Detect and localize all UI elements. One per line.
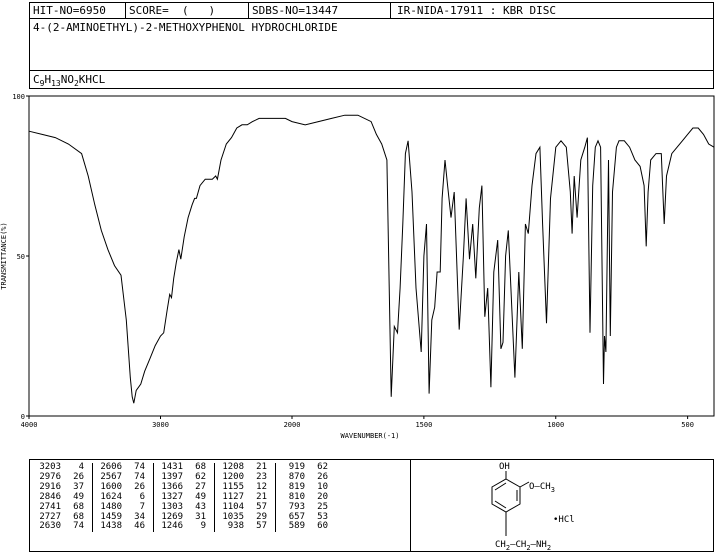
x-tick-label: 500	[681, 421, 694, 429]
y-tick-label: 0	[21, 413, 25, 421]
chain-label: CH2—CH2—NH2	[495, 540, 551, 552]
x-tick-label: 1500	[415, 421, 432, 429]
ome-bond	[519, 481, 530, 488]
x-axis-label: WAVENUMBER(-1)	[340, 432, 399, 440]
peak-table: 3203 4 2606 74 1431 68 1208 21 919 62 2976 26 2567 74…	[32, 462, 336, 533]
peak-transmittance: 9	[183, 522, 215, 533]
spectrum-line	[28, 114, 715, 404]
x-tick-label: 4000	[21, 421, 38, 429]
peak-transmittance: 31	[183, 512, 215, 523]
y-tick-label: 50	[17, 253, 25, 261]
hcl-label: •HCl	[553, 515, 575, 525]
peak-transmittance: 74	[61, 522, 93, 533]
peak-transmittance: 57	[244, 522, 276, 533]
benzene-ring	[491, 478, 521, 513]
oh-label: OH	[499, 462, 510, 472]
peak-transmittance: 6	[122, 492, 154, 503]
peak-wavenumber: 1246	[161, 521, 183, 532]
x-tick-label: 1000	[547, 421, 564, 429]
ir-spectrum-chart: 4000 3000 2000 1500 1000 500 0 50 100 WAVENUMBER(…	[0, 93, 715, 440]
structure-diagram: OH O—CH3 •HCl CH2—CH2—NH2	[491, 462, 575, 552]
x-tick-label: 2000	[284, 421, 301, 429]
peak-transmittance: 26	[122, 482, 154, 493]
peak-wavenumber: 938	[227, 521, 244, 532]
y-tick-label: 100	[12, 93, 25, 101]
peak-wavenumber: 1438	[100, 521, 122, 532]
x-tick-label: 3000	[152, 421, 169, 429]
peak-transmittance: 46	[122, 522, 154, 533]
peak-row: 2630 74 1438 46 1246 9 938 57 589 60	[32, 521, 336, 533]
ome-label: O—CH3	[529, 482, 555, 494]
peak-wavenumber: 589	[288, 521, 305, 532]
peak-transmittance: 60	[317, 521, 328, 532]
y-axis-label: TRANSMITTANCE(%)	[0, 222, 8, 289]
peak-wavenumber: 2630	[39, 521, 61, 532]
